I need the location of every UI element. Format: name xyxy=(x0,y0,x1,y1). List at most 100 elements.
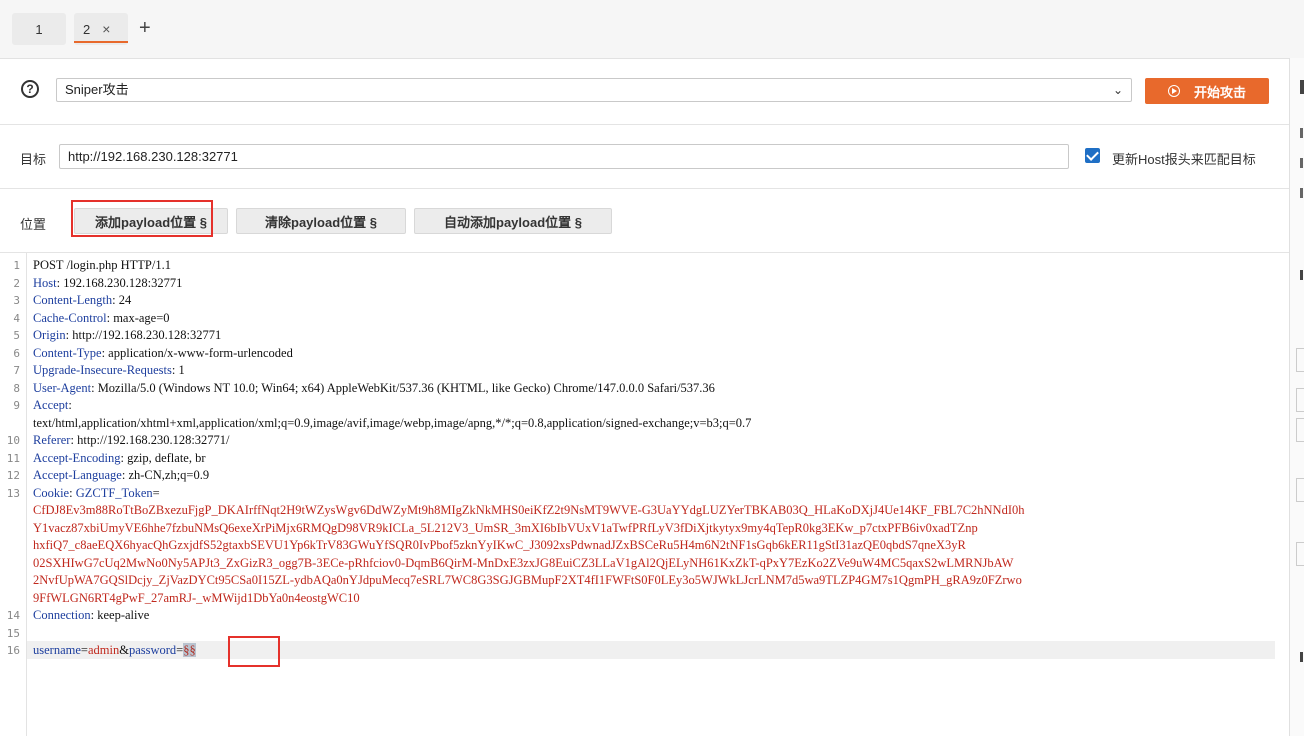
header-name: Accept-Encoding xyxy=(33,450,121,465)
line-number: 11 xyxy=(6,451,20,465)
cookie-value-line: CfDJ8Ev3m88RoTtBoZBxezuFjgP_DKAIrffNqt2H… xyxy=(33,503,1025,517)
panel-marker-icon xyxy=(1300,270,1303,280)
tab-bar: 1 2 × + xyxy=(0,0,1304,59)
positions-label: 位置 xyxy=(20,217,47,232)
header-name: Host xyxy=(33,275,57,290)
panel-control[interactable] xyxy=(1296,348,1304,372)
panel-control[interactable] xyxy=(1296,418,1304,442)
clear-payload-position-button[interactable]: 清除payload位置 § xyxy=(236,208,406,234)
line-number: 6 xyxy=(13,346,20,360)
header-line: Accept: xyxy=(33,398,72,412)
line-number: 7 xyxy=(13,364,20,377)
header-value: application/x-www-form-urlencoded xyxy=(105,345,293,360)
play-icon xyxy=(1167,85,1180,97)
update-host-checkbox[interactable] xyxy=(1085,148,1100,163)
header-value: http://192.168.230.128:32771 xyxy=(69,328,222,342)
header-name: Connection xyxy=(33,608,91,622)
header-line: Origin: http://192.168.230.128:32771 xyxy=(33,328,222,342)
header-value: 1 xyxy=(175,363,185,377)
auto-add-payload-position-button[interactable]: 自动添加payload位置 § xyxy=(414,208,612,234)
attack-type-value: Sniper攻击 xyxy=(65,82,129,97)
panel-marker-icon xyxy=(1300,128,1303,138)
header-line: User-Agent: Mozilla/5.0 (Windows NT 10.0… xyxy=(33,380,715,395)
cookie-value-line: 9FfWLGN6RT4gPwF_27amRJ-_wMWijd1DbYa0n4eo… xyxy=(33,590,360,605)
header-line: Connection: keep-alive xyxy=(33,608,150,622)
header-value: max-age=0 xyxy=(110,310,170,325)
line-number: 13 xyxy=(6,486,20,500)
panel-control[interactable] xyxy=(1296,388,1304,412)
header-line: Content-Type: application/x-www-form-url… xyxy=(33,345,293,360)
header-line: Accept-Language: zh-CN,zh;q=0.9 xyxy=(33,468,210,482)
line-number: 16 xyxy=(6,644,20,657)
header-name: Content-Length xyxy=(33,293,113,307)
add-payload-position-button[interactable]: 添加payload位置 § xyxy=(74,208,228,234)
header-name: Cookie xyxy=(33,485,70,500)
line-number: 8 xyxy=(13,381,20,395)
line-number: 3 xyxy=(13,294,20,307)
header-value: http://192.168.230.128:32771/ xyxy=(73,433,230,447)
start-attack-button[interactable]: 开始攻击 xyxy=(1145,78,1269,104)
header-line: Host: 192.168.230.128:32771 xyxy=(33,275,183,290)
header-name: Accept-Language xyxy=(33,468,122,482)
panel-marker-icon xyxy=(1300,652,1303,662)
param-value: admin xyxy=(87,643,120,657)
line-number: 4 xyxy=(13,311,20,325)
cookie-key: GZCTF_Token xyxy=(75,485,153,500)
line-number: 9 xyxy=(13,399,20,412)
add-tab-icon[interactable]: + xyxy=(139,16,151,40)
tab-1[interactable]: 1 xyxy=(12,13,66,45)
line-number: 14 xyxy=(6,609,20,622)
param-name: username xyxy=(33,643,81,657)
cookie-line: Cookie: GZCTF_Token= xyxy=(33,485,160,500)
header-name: Referer xyxy=(33,433,71,447)
positions-row: 位置 添加payload位置 § 清除payload位置 § 自动添加paylo… xyxy=(0,188,1289,253)
close-icon[interactable]: × xyxy=(102,21,110,37)
param-separator: & xyxy=(119,643,129,657)
param-equals: = xyxy=(80,643,88,657)
header-line: Cache-Control: max-age=0 xyxy=(33,310,170,325)
gutter-divider xyxy=(26,253,27,736)
request-start-line: POST /login.php HTTP/1.1 xyxy=(33,258,171,272)
header-line: Content-Length: 24 xyxy=(33,293,132,307)
attack-type-select[interactable]: Sniper攻击 ⌄ xyxy=(56,78,1132,102)
tab-1-label: 1 xyxy=(35,21,43,37)
header-value-wrapped: text/html,application/xhtml+xml,applicat… xyxy=(33,415,752,430)
active-tab-indicator xyxy=(74,41,128,43)
line-number: 10 xyxy=(6,434,20,447)
start-attack-label: 开始攻击 xyxy=(1193,84,1246,100)
line-number: 5 xyxy=(13,329,20,342)
panel-control[interactable] xyxy=(1296,478,1304,502)
header-name: Accept xyxy=(33,398,69,412)
panel-marker-icon xyxy=(1300,80,1304,94)
update-host-label: 更新Host报头来匹配目标 xyxy=(1112,152,1256,167)
chevron-down-icon: ⌄ xyxy=(1112,83,1123,97)
cookie-value-line: hxfiQ7_c8aeEQX6hyacQhGzxjdfS52gtaxbSEVU1… xyxy=(33,538,966,552)
panel-control[interactable] xyxy=(1296,542,1304,566)
line-number: 15 xyxy=(6,626,20,640)
attack-config-row: ? Sniper攻击 ⌄ 开始攻击 xyxy=(0,58,1289,125)
header-line: Referer: http://192.168.230.128:32771/ xyxy=(33,433,230,447)
right-side-panel[interactable] xyxy=(1289,58,1304,736)
line-number: 1 xyxy=(13,259,20,272)
header-value: gzip, deflate, br xyxy=(123,450,206,465)
cookie-value-line: 02SXHIwG7cUq2MwNo0Ny5APJt3_ZxGizR3_ogg7B… xyxy=(33,555,1014,570)
panel-marker-icon xyxy=(1300,158,1303,168)
payload-marker[interactable]: §§ xyxy=(183,643,196,657)
help-icon[interactable]: ? xyxy=(21,80,39,98)
request-editor[interactable]: 1 2 3 4 5 6 7 8 9 10 11 12 13 14 15 16 P… xyxy=(0,253,1289,736)
target-label: 目标 xyxy=(20,152,47,167)
panel-marker-icon xyxy=(1300,188,1303,198)
line-number: 2 xyxy=(13,276,20,290)
header-value: keep-alive xyxy=(94,608,150,622)
target-url-input[interactable]: http://192.168.230.128:32771 xyxy=(59,144,1069,169)
header-line: Upgrade-Insecure-Requests: 1 xyxy=(33,363,185,377)
request-line: POST /login.php HTTP/1.1 xyxy=(33,257,171,275)
header-value: 192.168.230.128:32771 xyxy=(60,275,183,290)
header-value: zh-CN,zh;q=0.9 xyxy=(125,468,210,482)
header-value: 24 xyxy=(115,293,132,307)
header-name: Cache-Control xyxy=(33,310,107,325)
cookie-value-line: 2NvfUpWA7GQSlDcjy_ZjVazDYCt95CSa0I15ZL-y… xyxy=(33,573,1022,587)
param-name: password xyxy=(128,643,177,657)
header-name: User-Agent xyxy=(33,380,92,395)
header-name: Content-Type xyxy=(33,345,102,360)
